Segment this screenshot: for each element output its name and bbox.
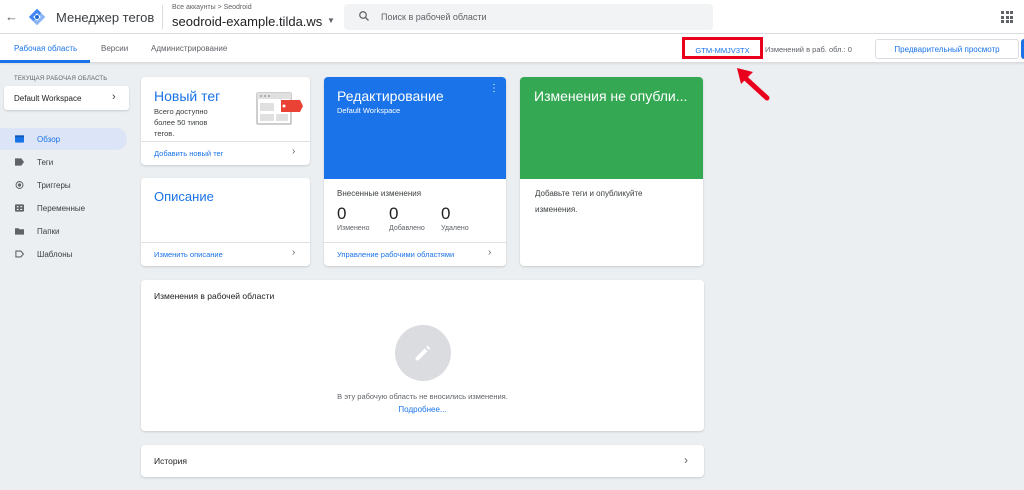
active-tab-indicator [0, 60, 90, 63]
history-title: История [154, 456, 187, 466]
unpublished-changes-card: Изменения не опубли... Добавьте теги и о… [520, 77, 703, 266]
editing-workspace-name: Default Workspace [337, 106, 401, 115]
container-name[interactable]: seodroid-example.tilda.ws [172, 14, 322, 29]
sidebar-item-label: Переменные [37, 204, 86, 213]
edit-description-link[interactable]: Изменить описание [154, 250, 223, 259]
sidebar-item-triggers[interactable]: Триггеры [0, 174, 127, 196]
workspace-changes-card: Изменения в рабочей области В эту рабочу… [141, 280, 704, 431]
add-new-tag-link[interactable]: Добавить новый тег [154, 149, 223, 158]
new-tag-illustration-icon [256, 92, 303, 125]
nav-bar: Рабочая область Версии Администрирование… [0, 34, 1024, 63]
workspace-selector[interactable]: Default Workspace › [4, 86, 129, 110]
new-tag-desc-line2: более 50 типов [154, 118, 208, 127]
sidebar-item-tags[interactable]: Теги [0, 151, 127, 173]
caret-down-icon[interactable]: ▼ [327, 16, 335, 25]
sidebar-item-label: Обзор [37, 135, 61, 144]
container-id-highlight: GTM-MMJV3TX [682, 37, 763, 59]
card-divider [141, 141, 310, 142]
sidebar-item-overview[interactable]: Обзор [0, 128, 127, 150]
variables-icon [15, 204, 24, 212]
chevron-right-icon: › [112, 91, 116, 103]
top-bar: ← Менеджер тегов Все аккаунты > Seodroid… [0, 0, 1024, 34]
sidebar-item-label: Триггеры [37, 181, 71, 190]
workspace-changes-title: Изменения в рабочей области [154, 291, 275, 301]
stat-deleted-value: 0 [441, 204, 451, 223]
new-tag-title[interactable]: Новый тег [154, 88, 220, 104]
history-card[interactable]: История › [141, 445, 704, 477]
description-title: Описание [154, 189, 214, 204]
sidebar-item-variables[interactable]: Переменные [0, 197, 127, 219]
editing-card: Редактирование Default Workspace ⋮ Внесе… [324, 77, 506, 266]
preview-button[interactable]: Предварительный просмотр [875, 39, 1019, 59]
annotation-arrow-icon [737, 68, 770, 101]
apps-grid-icon[interactable] [1001, 11, 1013, 23]
unpublished-title: Изменения не опубли... [534, 88, 688, 104]
back-arrow-icon[interactable]: ← [5, 9, 18, 24]
sidebar-item-label: Папки [37, 227, 60, 236]
sidebar-item-templates[interactable]: Шаблоны [0, 243, 127, 265]
search-placeholder: Поиск в рабочей области [381, 12, 487, 22]
description-card: Описание Изменить описание › [141, 178, 310, 266]
more-vert-icon[interactable]: ⋮ [489, 84, 499, 94]
stat-changed-label: Изменено [337, 225, 370, 232]
unpublished-text-line2: изменения. [535, 205, 578, 214]
chevron-right-icon: › [292, 146, 296, 157]
sidebar-item-label: Теги [37, 158, 54, 167]
stat-deleted-label: Удалено [441, 225, 469, 232]
new-tag-card[interactable]: Новый тег Всего доступно более 50 типов … [141, 77, 310, 165]
current-workspace-label: ТЕКУЩАЯ РАБОЧАЯ ОБЛАСТЬ [14, 76, 108, 82]
tag-icon [15, 158, 24, 166]
changes-made-title: Внесенные изменения [337, 189, 422, 198]
gtm-logo-icon [28, 8, 46, 26]
trigger-icon [15, 181, 24, 189]
card-divider [324, 242, 506, 243]
unpublished-text-line1: Добавьте теги и опубликуйте [535, 189, 643, 198]
overview-icon [15, 135, 24, 143]
sidebar-item-label: Шаблоны [37, 250, 73, 259]
container-id[interactable]: GTM-MMJV3TX [685, 46, 760, 55]
header-divider [162, 5, 163, 29]
stat-added-value: 0 [389, 204, 399, 223]
new-tag-desc-line1: Всего доступно [154, 107, 208, 116]
tab-workspace[interactable]: Рабочая область [14, 44, 77, 53]
workspace-changes-count: Изменений в раб. обл.: 0 [765, 45, 852, 54]
chevron-right-icon: › [488, 247, 492, 258]
new-tag-desc-line3: тегов. [154, 129, 175, 138]
search-icon [359, 11, 369, 21]
empty-state-text: В эту рабочую область не вносились измен… [337, 392, 508, 401]
learn-more-link[interactable]: Подробнее... [141, 405, 704, 414]
pencil-icon [415, 345, 431, 361]
tab-admin[interactable]: Администрирование [151, 44, 227, 53]
chevron-right-icon: › [684, 453, 688, 467]
stat-added-label: Добавлено [389, 225, 425, 232]
chevron-right-icon: › [292, 247, 296, 258]
editing-title: Редактирование [337, 88, 444, 104]
templates-icon [15, 250, 24, 258]
folder-icon [15, 228, 24, 235]
empty-state-circle [395, 325, 451, 381]
breadcrumb[interactable]: Все аккаунты > Seodroid [172, 4, 252, 11]
tab-versions[interactable]: Версии [101, 44, 128, 53]
manage-workspaces-link[interactable]: Управление рабочими областями [337, 250, 454, 259]
card-divider [141, 242, 310, 243]
sidebar-item-folders[interactable]: Папки [0, 220, 127, 242]
search-bar[interactable]: Поиск в рабочей области [344, 4, 713, 30]
app-name: Менеджер тегов [56, 10, 155, 25]
workspace-name: Default Workspace [14, 94, 82, 103]
stat-changed-value: 0 [337, 204, 347, 223]
